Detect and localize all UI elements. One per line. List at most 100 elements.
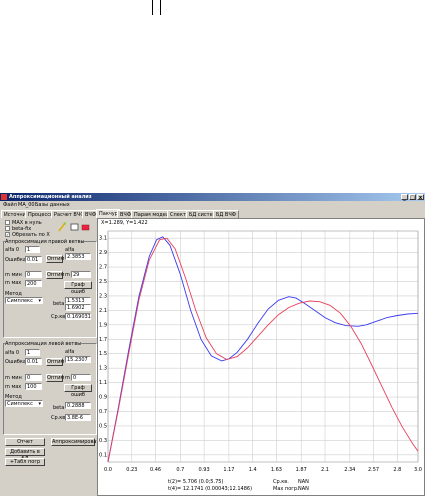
toolbar-icons	[58, 222, 90, 232]
y-tick-label: 2.7	[99, 265, 107, 271]
tmin-label-2: m мин	[5, 375, 22, 381]
y-tick-label: 2.5	[99, 279, 107, 285]
approximation-chart: 0.0 0.23 0.46 0.7 0.93 1.17 1.4 1.63 1.87 2.1 2.34…	[99, 230, 422, 473]
maximize-button[interactable]: □	[409, 194, 416, 201]
series-line-1	[107, 237, 419, 463]
method-select-2[interactable]: Симплекс ▾	[5, 400, 43, 407]
y-tick-label: 2.3	[99, 293, 107, 299]
y-tick-label: 0.3	[99, 438, 107, 444]
tmax-label-1: m мах	[5, 280, 22, 286]
tmin-input-2[interactable]: 0	[25, 374, 42, 381]
optimize-button-2[interactable]: Оптим	[46, 358, 64, 366]
chevron-down-icon: ▾	[38, 298, 41, 304]
max-zero-checkbox[interactable]	[5, 220, 10, 225]
alfa0-label-1: alfa 0	[5, 247, 20, 253]
alfa0-input-2[interactable]: 1	[25, 349, 40, 356]
error-input-1[interactable]: 0.01	[25, 256, 42, 263]
beta-label-2: beta	[53, 405, 65, 411]
m-input-1[interactable]: 29	[71, 271, 91, 278]
crop-x-label: Обрезать по X	[12, 232, 50, 238]
beta-fix-checkbox[interactable]	[5, 226, 10, 231]
error-graph-button-2[interactable]: Граф ошиб	[64, 384, 92, 398]
optimize-m-button-2[interactable]: Оптим	[46, 374, 64, 382]
beta-input-1a[interactable]: 1.5313	[65, 297, 91, 304]
y-tick-label: 1.1	[99, 380, 107, 386]
x-tick-label: 1.17	[223, 467, 234, 473]
menu-file[interactable]: Файл	[3, 202, 17, 208]
app-window: Аппроксимационный анализ _ □ x Файл MA_0…	[0, 193, 425, 496]
y-tick-label: 3.1	[99, 236, 107, 242]
x-tick-label: 0.23	[126, 467, 137, 473]
bottom-skv-value: NAN	[298, 479, 309, 485]
right-branch-title: Аппроксимация правой ветвы	[5, 239, 85, 245]
alfa-input-2[interactable]: 15.2307	[65, 356, 91, 363]
left-branch-title: Аппроксимация левой ветвы	[5, 341, 82, 347]
caret-glyph	[152, 0, 161, 15]
x-tick-label: 2.57	[368, 467, 379, 473]
add-to-db-button[interactable]: Добавить в БД	[5, 448, 45, 462]
skv-value-2: 3.8E-6	[65, 414, 91, 421]
y-tick-label: 0.5	[99, 423, 107, 429]
error-label-2: Ошибка	[5, 359, 26, 365]
alfa0-label-2: alfa 0	[5, 350, 20, 356]
optimize-button-1[interactable]: Оптим	[46, 255, 64, 263]
x-tick-label: 2.8	[393, 467, 401, 473]
optimize-m-button-1[interactable]: Оптим	[46, 271, 64, 279]
tab-db-vchf[interactable]: БД ВЧФ	[213, 210, 240, 218]
x-tick-label: 1.63	[271, 467, 282, 473]
wand-icon[interactable]	[58, 222, 67, 232]
close-button[interactable]: x	[417, 194, 424, 201]
method-value-2: Симплекс	[7, 401, 33, 407]
eraser-icon[interactable]	[81, 224, 90, 231]
approximate-button[interactable]: Аппроксимировать	[51, 438, 102, 446]
param-line-1: t(2)= 5.706 (0.0;5.75)	[168, 479, 224, 485]
beta-label-1: beta	[53, 301, 65, 307]
series-line-0	[107, 236, 419, 463]
beta-input-2[interactable]: 0.2888	[65, 402, 91, 409]
x-tick-label: 1.87	[296, 467, 307, 473]
x-tick-label: 0.7	[176, 467, 184, 473]
y-tick-label: 1.5	[99, 351, 107, 357]
y-tick-label: 1.7	[99, 337, 107, 343]
alfa-input-1[interactable]: 2.3853	[65, 253, 91, 260]
x-tick-label: 1.4	[249, 467, 257, 473]
tmin-input-1[interactable]: 0	[25, 271, 42, 278]
crop-x-checkbox[interactable]: ✓	[5, 232, 10, 237]
error-label-1: Ошибка	[5, 257, 26, 263]
y-tick-label: 1.3	[99, 366, 107, 372]
tmax-input-1[interactable]: 200	[25, 280, 42, 287]
chevron-down-icon: ▾	[38, 401, 41, 407]
beta-input-1b[interactable]: 1.6902	[65, 304, 91, 311]
menu-databases[interactable]: Базы данных	[35, 202, 70, 208]
bottom-skv-label: Ср.кв.	[273, 479, 289, 485]
error-graph-button-1[interactable]: Граф ошиб	[64, 281, 92, 295]
report-button[interactable]: Отчет	[5, 438, 45, 446]
tab-strip: Источник Процессы Расчет ВЧФ ВЧФ Пакчур …	[0, 209, 425, 218]
y-tick-label: 1.9	[99, 322, 107, 328]
frame-icon[interactable]	[70, 223, 79, 231]
error-input-2[interactable]: 0.01	[25, 358, 42, 365]
param-line-2: t(4)= 12.1741 (0.00043;12.1486)	[168, 486, 253, 492]
minimize-button[interactable]: _	[401, 194, 408, 201]
menu-ma[interactable]: MA_00	[18, 202, 35, 208]
tmax-label-2: m мах	[5, 384, 22, 390]
plot-area[interactable]: X=1.289, Y=1.422 0.0 0.23 0.46 0.7 0.93 1.17 1…	[97, 218, 425, 496]
title-bar: Аппроксимационный анализ _ □ x	[0, 193, 425, 201]
error-table-button[interactable]: +Табл погр	[5, 458, 45, 466]
tmin-label-1: m мин	[5, 272, 22, 278]
method-value-1: Симплекс	[7, 298, 33, 304]
bottom-max-value: NAN	[298, 486, 309, 492]
skv-value-1: 0.169031	[65, 313, 91, 320]
x-tick-label: 0.46	[150, 467, 161, 473]
y-tick-label: 2.1	[99, 308, 107, 314]
y-tick-label: 0.1	[99, 452, 107, 458]
x-tick-label: 0.0	[104, 467, 112, 473]
alfa0-input-1[interactable]: 1	[25, 246, 40, 253]
bottom-max-label: Мах погр.	[273, 486, 299, 492]
method-select-1[interactable]: Симплекс ▾	[5, 297, 43, 304]
tmax-input-2[interactable]: 100	[25, 383, 42, 390]
y-tick-label: 0.7	[99, 409, 107, 415]
plot-frame	[107, 230, 419, 463]
app-icon	[1, 194, 7, 200]
m-input-2[interactable]: 0	[71, 374, 91, 381]
